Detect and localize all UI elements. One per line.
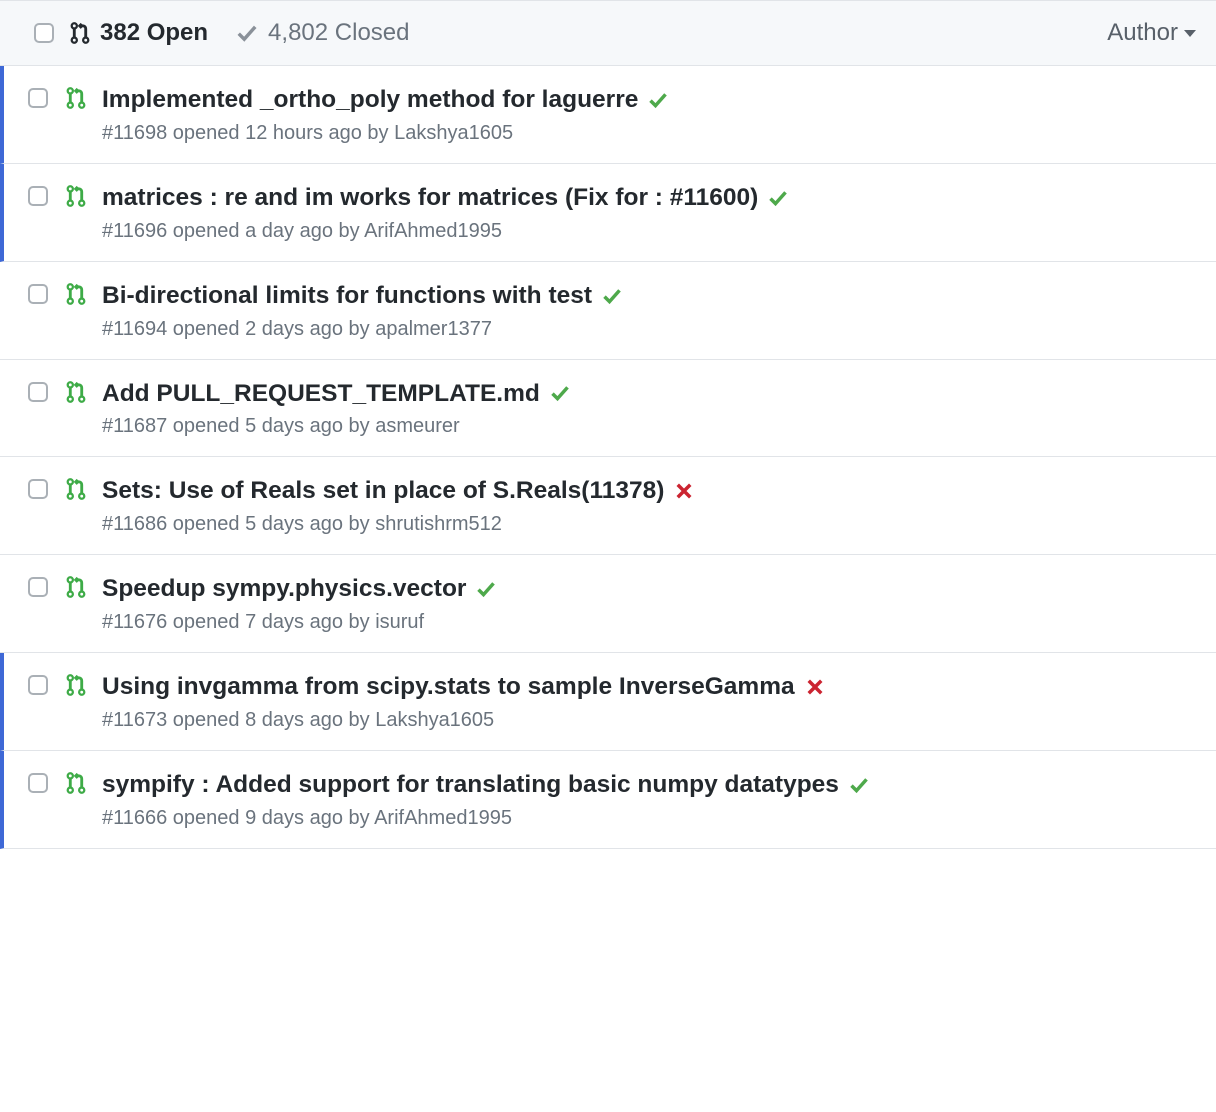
- check-icon: [236, 22, 258, 44]
- open-count-text: 382 Open: [100, 19, 208, 47]
- row-checkbox[interactable]: [28, 382, 48, 402]
- pull-request-icon: [66, 673, 86, 697]
- pr-title[interactable]: Speedup sympy.physics.vector: [102, 573, 466, 605]
- header-left: 382 Open 4,802 Closed: [34, 19, 409, 47]
- pr-title[interactable]: Bi-directional limits for functions with…: [102, 280, 592, 312]
- pr-row[interactable]: Add PULL_REQUEST_TEMPLATE.md #11687 open…: [0, 360, 1216, 458]
- pull-request-icon: [70, 21, 90, 45]
- pr-row[interactable]: Speedup sympy.physics.vector #11676 open…: [0, 555, 1216, 653]
- pr-row[interactable]: sympify : Added support for translating …: [0, 751, 1216, 849]
- pull-request-icon: [66, 86, 86, 110]
- pr-row[interactable]: Sets: Use of Reals set in place of S.Rea…: [0, 457, 1216, 555]
- pr-meta: #11666 opened 9 days ago by ArifAhmed199…: [102, 807, 1196, 830]
- check-pass-icon: [476, 579, 496, 599]
- pr-title[interactable]: Implemented _ortho_poly method for lague…: [102, 84, 638, 116]
- pr-meta: #11687 opened 5 days ago by asmeurer: [102, 415, 1196, 438]
- list-header: 382 Open 4,802 Closed Author: [0, 0, 1216, 66]
- pull-request-icon: [66, 477, 86, 501]
- row-content: Bi-directional limits for functions with…: [102, 280, 1196, 341]
- row-checkbox[interactable]: [28, 773, 48, 793]
- row-content: Implemented _ortho_poly method for lague…: [102, 84, 1196, 145]
- pull-request-icon: [66, 282, 86, 306]
- pr-row[interactable]: matrices : re and im works for matrices …: [0, 164, 1216, 262]
- counter-group: 382 Open 4,802 Closed: [64, 19, 409, 47]
- closed-count-text: 4,802 Closed: [268, 19, 409, 47]
- pull-request-icon: [66, 380, 86, 404]
- row-content: Speedup sympy.physics.vector #11676 open…: [102, 573, 1196, 634]
- pr-meta: #11676 opened 7 days ago by isuruf: [102, 611, 1196, 634]
- pull-request-icon: [66, 184, 86, 208]
- pr-title[interactable]: Using invgamma from scipy.stats to sampl…: [102, 671, 795, 703]
- pr-title[interactable]: Sets: Use of Reals set in place of S.Rea…: [102, 475, 664, 507]
- check-pass-icon: [648, 90, 668, 110]
- select-all-checkbox[interactable]: [34, 23, 54, 43]
- row-checkbox[interactable]: [28, 284, 48, 304]
- pr-row[interactable]: Implemented _ortho_poly method for lague…: [0, 66, 1216, 164]
- row-checkbox[interactable]: [28, 186, 48, 206]
- author-filter[interactable]: Author: [1107, 19, 1196, 47]
- open-tab[interactable]: 382 Open: [70, 19, 208, 47]
- row-content: Using invgamma from scipy.stats to sampl…: [102, 671, 1196, 732]
- pr-meta: #11686 opened 5 days ago by shrutishrm51…: [102, 513, 1196, 536]
- pr-title[interactable]: sympify : Added support for translating …: [102, 769, 839, 801]
- row-content: matrices : re and im works for matrices …: [102, 182, 1196, 243]
- caret-down-icon: [1184, 30, 1196, 37]
- pull-request-icon: [66, 575, 86, 599]
- row-checkbox[interactable]: [28, 577, 48, 597]
- pr-meta: #11698 opened 12 hours ago by Lakshya160…: [102, 122, 1196, 145]
- check-pass-icon: [550, 383, 570, 403]
- check-pass-icon: [602, 286, 622, 306]
- check-pass-icon: [768, 188, 788, 208]
- row-content: sympify : Added support for translating …: [102, 769, 1196, 830]
- row-checkbox[interactable]: [28, 675, 48, 695]
- pr-meta: #11673 opened 8 days ago by Lakshya1605: [102, 709, 1196, 732]
- pr-row[interactable]: Using invgamma from scipy.stats to sampl…: [0, 653, 1216, 751]
- row-content: Sets: Use of Reals set in place of S.Rea…: [102, 475, 1196, 536]
- pr-row[interactable]: Bi-directional limits for functions with…: [0, 262, 1216, 360]
- row-checkbox[interactable]: [28, 479, 48, 499]
- author-filter-label: Author: [1107, 19, 1178, 47]
- pr-title[interactable]: matrices : re and im works for matrices …: [102, 182, 758, 214]
- pull-request-icon: [66, 771, 86, 795]
- check-pass-icon: [849, 775, 869, 795]
- closed-tab[interactable]: 4,802 Closed: [236, 19, 409, 47]
- pr-meta: #11694 opened 2 days ago by apalmer1377: [102, 318, 1196, 341]
- pr-list: Implemented _ortho_poly method for lague…: [0, 66, 1216, 849]
- x-fail-icon: [805, 677, 825, 697]
- pr-title[interactable]: Add PULL_REQUEST_TEMPLATE.md: [102, 378, 540, 410]
- pr-meta: #11696 opened a day ago by ArifAhmed1995: [102, 220, 1196, 243]
- row-content: Add PULL_REQUEST_TEMPLATE.md #11687 open…: [102, 378, 1196, 439]
- row-checkbox[interactable]: [28, 88, 48, 108]
- x-fail-icon: [674, 481, 694, 501]
